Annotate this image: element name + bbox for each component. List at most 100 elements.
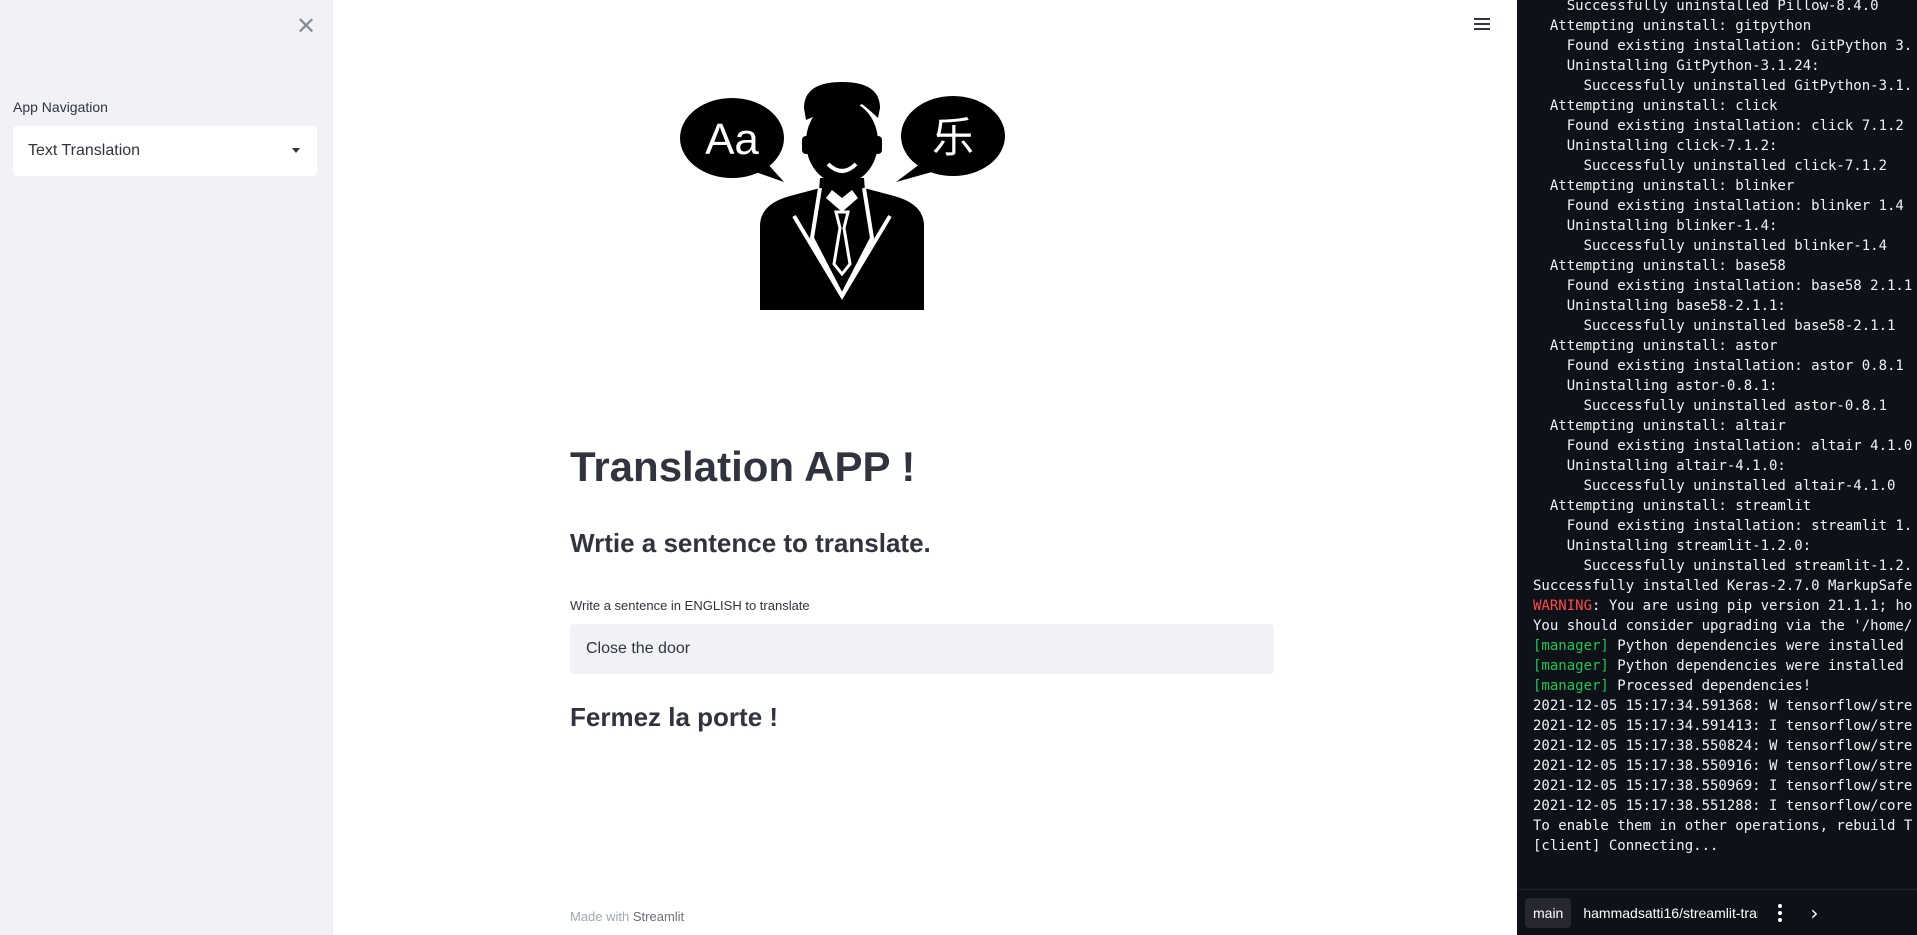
log-line-text: Successfully uninstalled astor-0.8.1 <box>1533 398 1888 414</box>
log-line-text: Uninstalling blinker-1.4: <box>1533 218 1778 234</box>
log-line-text: To enable them in other operations, rebu… <box>1533 818 1913 834</box>
log-line: Attempting uninstall: gitpython <box>1533 16 1917 36</box>
repo-link[interactable]: hammadsatti16/streamlit-translator/... <box>1583 905 1758 921</box>
log-line: Successfully uninstalled astor-0.8.1 <box>1533 396 1917 416</box>
log-line-text: 2021-12-05 15:17:34.591368: W tensorflow… <box>1533 698 1913 714</box>
log-line-text: Successfully uninstalled GitPython-3.1. <box>1533 78 1913 94</box>
app-navigation-selected-value: Text Translation <box>28 142 141 159</box>
log-line-text: Attempting uninstall: streamlit <box>1533 498 1812 514</box>
log-line-text: Uninstalling click-7.1.2: <box>1533 138 1778 154</box>
log-line-text: Attempting uninstall: base58 <box>1533 258 1786 274</box>
page-title: Translation APP ! <box>570 443 916 490</box>
log-line-text: Successfully uninstalled base58-2.1.1 <box>1533 318 1896 334</box>
log-line: Found existing installation: astor 0.8.1 <box>1533 356 1917 376</box>
sentence-input[interactable] <box>570 624 1274 674</box>
log-line-text: Found existing installation: GitPython 3… <box>1533 38 1913 54</box>
log-line-text: Successfully uninstalled altair-4.1.0 <box>1533 478 1896 494</box>
log-manager-prefix: [manager] <box>1533 658 1609 674</box>
log-line-text: Processed dependencies! <box>1608 678 1812 694</box>
log-line: Found existing installation: altair 4.1.… <box>1533 436 1917 456</box>
log-output: Successfully uninstalled Pillow-8.4.0 At… <box>1533 0 1917 856</box>
log-line-text: [client] Connecting... <box>1533 838 1719 854</box>
log-panel-footer: main hammadsatti16/streamlit-translator/… <box>1517 889 1917 935</box>
log-line: Uninstalling GitPython-3.1.24: <box>1533 56 1917 76</box>
hamburger-menu-icon[interactable] <box>1474 18 1490 32</box>
log-line: Attempting uninstall: base58 <box>1533 256 1917 276</box>
log-line: 2021-12-05 15:17:34.591413: I tensorflow… <box>1533 716 1917 736</box>
log-line: To enable them in other operations, rebu… <box>1533 816 1917 836</box>
log-line-text: 2021-12-05 15:17:34.591413: I tensorflow… <box>1533 718 1913 734</box>
log-line-text: Successfully uninstalled Pillow-8.4.0 <box>1533 0 1879 14</box>
log-line-text: 2021-12-05 15:17:38.550969: I tensorflow… <box>1533 778 1913 794</box>
log-line-text: Attempting uninstall: gitpython <box>1533 18 1812 34</box>
speech-bubble-left-icon: Aa <box>680 98 784 182</box>
log-line: Found existing installation: GitPython 3… <box>1533 36 1917 56</box>
log-line-text: 2021-12-05 15:17:38.550916: W tensorflow… <box>1533 758 1913 774</box>
log-line-text: Found existing installation: astor 0.8.1 <box>1533 358 1904 374</box>
log-line: Uninstalling altair-4.1.0: <box>1533 456 1917 476</box>
log-line: Successfully uninstalled blinker-1.4 <box>1533 236 1917 256</box>
bubble-right-text: 乐 <box>932 113 974 162</box>
log-panel: Successfully uninstalled Pillow-8.4.0 At… <box>1517 0 1917 935</box>
speech-bubble-right-icon: 乐 <box>896 96 1005 182</box>
more-options-icon[interactable] <box>1770 901 1790 925</box>
log-line-text: Python dependencies were installed <box>1608 638 1904 654</box>
log-line: Found existing installation: streamlit 1… <box>1533 516 1917 536</box>
log-line: [manager] Processed dependencies! <box>1533 676 1917 696</box>
app-navigation-select[interactable]: Text Translation <box>13 126 317 176</box>
log-line-text: Attempting uninstall: altair <box>1533 418 1786 434</box>
branch-chip[interactable]: main <box>1525 897 1572 928</box>
app-navigation-label: App Navigation <box>13 99 108 115</box>
log-line: Successfully uninstalled base58-2.1.1 <box>1533 316 1917 336</box>
log-line-text: 2021-12-05 15:17:38.550824: W tensorflow… <box>1533 738 1913 754</box>
log-line: Uninstalling blinker-1.4: <box>1533 216 1917 236</box>
log-line-text: Uninstalling altair-4.1.0: <box>1533 458 1786 474</box>
log-line: 2021-12-05 15:17:38.550969: I tensorflow… <box>1533 776 1917 796</box>
page-subtitle: Wrtie a sentence to translate. <box>570 528 931 558</box>
close-sidebar-icon[interactable]: ✕ <box>294 14 318 38</box>
log-line: Successfully uninstalled altair-4.1.0 <box>1533 476 1917 496</box>
log-line: Found existing installation: base58 2.1.… <box>1533 276 1917 296</box>
log-line: Uninstalling click-7.1.2: <box>1533 136 1917 156</box>
log-line: 2021-12-05 15:17:38.550916: W tensorflow… <box>1533 756 1917 776</box>
chevron-right-icon[interactable]: › <box>1810 901 1830 925</box>
streamlit-link[interactable]: Streamlit <box>633 909 684 924</box>
log-line-text: You should consider upgrading via the '/… <box>1533 618 1913 634</box>
bubble-left-text: Aa <box>705 115 759 164</box>
log-line: [client] Connecting... <box>1533 836 1917 856</box>
log-line: 2021-12-05 15:17:34.591368: W tensorflow… <box>1533 696 1917 716</box>
log-line-text: : You are using pip version 21.1.1; ho <box>1592 598 1913 614</box>
log-line-text: Attempting uninstall: click <box>1533 98 1778 114</box>
log-line: [manager] Python dependencies were insta… <box>1533 656 1917 676</box>
log-line-text: Attempting uninstall: blinker <box>1533 178 1795 194</box>
log-line: Attempting uninstall: click <box>1533 96 1917 116</box>
log-line: Uninstalling base58-2.1.1: <box>1533 296 1917 316</box>
log-line: Found existing installation: click 7.1.2 <box>1533 116 1917 136</box>
person-icon <box>760 82 924 310</box>
log-line-text: Found existing installation: streamlit 1… <box>1533 518 1913 534</box>
log-line-text: Python dependencies were installed <box>1608 658 1904 674</box>
log-line: 2021-12-05 15:17:38.550824: W tensorflow… <box>1533 736 1917 756</box>
log-line-text: Uninstalling base58-2.1.1: <box>1533 298 1786 314</box>
caret-down-icon <box>292 148 300 153</box>
footer: Made with Streamlit <box>570 909 684 924</box>
log-line: Successfully uninstalled streamlit-1.2. <box>1533 556 1917 576</box>
log-warning-prefix: WARNING <box>1533 598 1593 614</box>
log-line-text: 2021-12-05 15:17:38.551288: I tensorflow… <box>1533 798 1913 814</box>
log-line: Uninstalling astor-0.8.1: <box>1533 376 1917 396</box>
log-line: Successfully uninstalled Pillow-8.4.0 <box>1533 0 1917 16</box>
log-manager-prefix: [manager] <box>1533 638 1609 654</box>
log-line: [manager] Python dependencies were insta… <box>1533 636 1917 656</box>
log-line-text: Successfully installed Keras-2.7.0 Marku… <box>1533 578 1913 594</box>
log-line: Successfully installed Keras-2.7.0 Marku… <box>1533 576 1917 596</box>
log-line: Successfully uninstalled click-7.1.2 <box>1533 156 1917 176</box>
log-line: Found existing installation: blinker 1.4 <box>1533 196 1917 216</box>
log-manager-prefix: [manager] <box>1533 678 1609 694</box>
log-line: 2021-12-05 15:17:38.551288: I tensorflow… <box>1533 796 1917 816</box>
log-line: Attempting uninstall: altair <box>1533 416 1917 436</box>
log-line-text: Successfully uninstalled streamlit-1.2. <box>1533 558 1913 574</box>
log-line-text: Found existing installation: click 7.1.2 <box>1533 118 1904 134</box>
log-line-text: Successfully uninstalled blinker-1.4 <box>1533 238 1888 254</box>
log-line-text: Found existing installation: altair 4.1.… <box>1533 438 1913 454</box>
sidebar: ✕ App Navigation Text Translation <box>0 0 333 935</box>
